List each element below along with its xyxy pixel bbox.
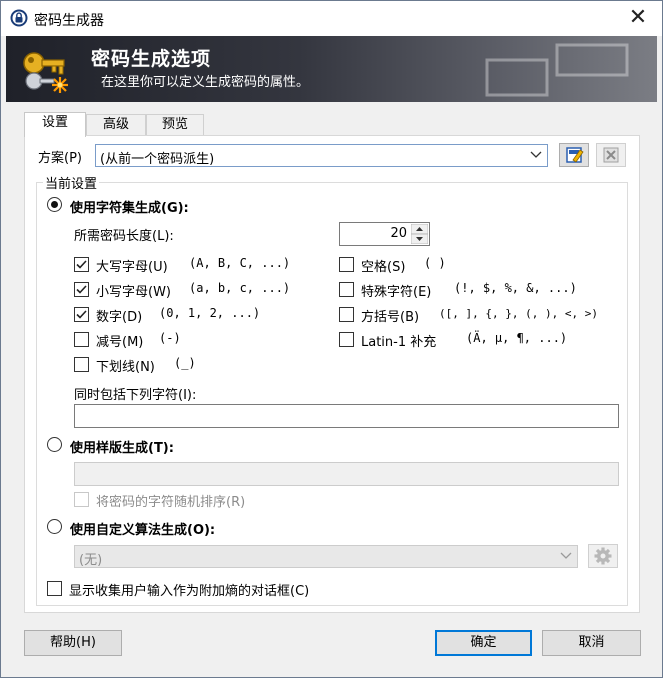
save-profile-icon (566, 147, 584, 163)
profile-select[interactable]: (从前一个密码派生) (95, 144, 548, 167)
checkmark-icon (76, 310, 87, 319)
checkmark-icon (76, 285, 87, 294)
uppercase-sample: (A, B, C, ...) (189, 256, 291, 270)
banner-watermark-icon (485, 43, 629, 97)
pattern-radio-label: 使用样版生成(T): (70, 441, 174, 456)
latin1-checkbox[interactable] (339, 332, 354, 347)
minus-label: 减号(M) (96, 335, 144, 350)
save-profile-button[interactable] (559, 143, 589, 167)
digits-sample: (0, 1, 2, ...) (159, 306, 261, 320)
chevron-down-icon (530, 151, 542, 158)
keepass-lock-icon (10, 9, 28, 27)
header-banner: 密码生成选项 在这里你可以定义生成密码的属性。 (6, 36, 657, 102)
length-label: 所需密码长度(L): (74, 229, 174, 244)
length-spinner[interactable]: 20 (339, 222, 430, 246)
window-title: 密码生成器 (34, 13, 104, 29)
space-checkbox[interactable] (339, 257, 354, 272)
lowercase-sample: (a, b, c, ...) (189, 281, 291, 295)
include-chars-input[interactable] (74, 404, 619, 428)
gear-icon (594, 547, 612, 565)
underscore-label: 下划线(N) (96, 360, 155, 375)
password-generator-window: 密码生成器 ✕ 密码生成选项 在这里你可以定义生成密码的属性。 设置 高级 预览… (0, 0, 663, 678)
underscore-sample: (_) (174, 356, 196, 370)
special-label: 特殊字符(E) (361, 285, 432, 300)
tab-advanced[interactable]: 高级 (86, 114, 146, 136)
shuffle-checkbox[interactable] (74, 492, 89, 507)
latin1-label: Latin-1 补充 (361, 335, 437, 350)
latin1-sample: (Ä, µ, ¶, ...) (466, 331, 568, 345)
include-chars-label: 同时包括下列字符(I): (74, 388, 197, 403)
banner-subtitle: 在这里你可以定义生成密码的属性。 (101, 75, 310, 90)
lowercase-label: 小写字母(W) (96, 285, 171, 300)
lowercase-checkbox[interactable] (74, 282, 89, 297)
ok-button[interactable]: 确定 (435, 630, 532, 656)
custom-algorithm-radio-label: 使用自定义算法生成(O): (70, 523, 216, 538)
cancel-button[interactable]: 取消 (542, 630, 641, 656)
close-icon[interactable]: ✕ (626, 7, 650, 29)
uppercase-checkbox[interactable] (74, 257, 89, 272)
uppercase-label: 大写字母(U) (96, 260, 168, 275)
pattern-input[interactable] (74, 462, 619, 486)
profile-select-value: (从前一个密码派生) (100, 152, 215, 167)
tab-preview[interactable]: 预览 (146, 114, 204, 136)
help-button[interactable]: 帮助(H) (24, 630, 122, 656)
digits-checkbox[interactable] (74, 307, 89, 322)
title-bar: 密码生成器 ✕ (1, 1, 662, 36)
minus-sample: (-) (159, 331, 181, 345)
delete-profile-button[interactable] (596, 143, 626, 167)
brackets-sample: ([, ], {, }, (, ), <, >) (439, 307, 598, 320)
shuffle-label: 将密码的字符随机排序(R) (96, 495, 246, 510)
space-sample: ( ) (424, 256, 446, 270)
checkmark-icon (76, 260, 87, 269)
profile-label: 方案(P) (38, 151, 82, 166)
brackets-label: 方括号(B) (361, 310, 420, 325)
entropy-checkbox[interactable] (47, 581, 62, 596)
custom-algorithm-radio[interactable] (47, 519, 62, 534)
chevron-down-icon (560, 552, 572, 559)
algorithm-select-value: (无) (79, 553, 103, 568)
charset-radio-label: 使用字符集生成(G): (70, 201, 189, 216)
digits-label: 数字(D) (96, 310, 143, 325)
delete-icon (603, 147, 619, 163)
key-generator-icon (23, 52, 68, 93)
special-checkbox[interactable] (339, 282, 354, 297)
algorithm-select[interactable]: (无) (74, 545, 578, 568)
minus-checkbox[interactable] (74, 332, 89, 347)
charset-radio[interactable] (47, 197, 62, 212)
space-label: 空格(S) (361, 260, 406, 275)
spinner-arrows-icon[interactable] (411, 224, 428, 244)
special-sample: (!, $, %, &, ...) (454, 281, 577, 295)
algorithm-options-button[interactable] (588, 544, 618, 568)
pattern-radio[interactable] (47, 437, 62, 452)
banner-title: 密码生成选项 (91, 48, 212, 70)
entropy-label: 显示收集用户输入作为附加熵的对话框(C) (69, 584, 310, 599)
underscore-checkbox[interactable] (74, 357, 89, 372)
tab-settings[interactable]: 设置 (24, 112, 86, 137)
group-label: 当前设置 (43, 173, 100, 192)
length-value: 20 (390, 226, 407, 241)
brackets-checkbox[interactable] (339, 307, 354, 322)
